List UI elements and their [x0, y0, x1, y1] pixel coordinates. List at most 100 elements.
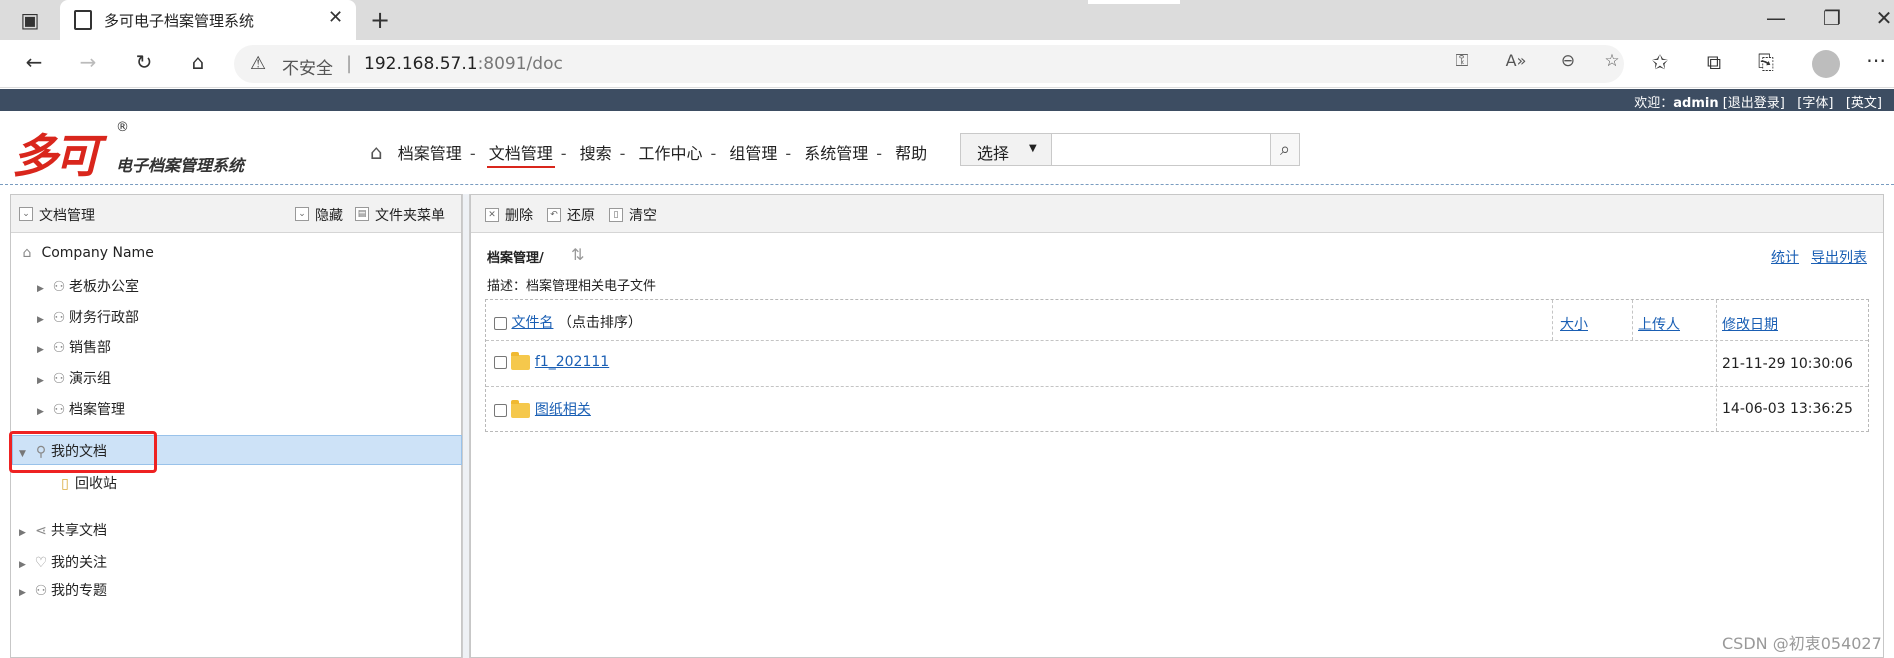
group-icon: ⚇ — [52, 310, 66, 326]
home-icon: ⌂ — [22, 245, 32, 261]
read-aloud-icon[interactable]: A» — [1502, 51, 1530, 70]
refresh-icon[interactable]: ⇅ — [571, 245, 584, 264]
clear-button[interactable]: 清空 — [629, 205, 657, 225]
tree-shared[interactable]: ▶ ⋖ 共享文档 — [19, 520, 107, 540]
sort-by-modified-link[interactable]: 修改日期 — [1722, 314, 1778, 334]
tree-dept[interactable]: ▶ ⚇ 老板办公室 — [37, 276, 139, 296]
user-strip: 欢迎：admin [退出登录] [字体] [英文] — [0, 89, 1894, 111]
logo[interactable]: 多可 ® 电子档案管理系统 — [12, 120, 272, 183]
table-row[interactable]: 图纸相关 — [494, 399, 591, 419]
expand-arrow-icon[interactable]: ▶ — [37, 407, 49, 417]
tree-recycle[interactable]: ▯ 回收站 — [55, 473, 117, 493]
url-bar[interactable]: ⚠ 不安全 | 192.168.57.1:8091/doc ⚿ A» ⊖ ☆ — [234, 45, 1624, 83]
nav-groups[interactable]: 组管理 — [727, 140, 779, 164]
nav-archive[interactable]: 档案管理 — [396, 140, 464, 164]
expand-arrow-icon[interactable]: ▶ — [19, 528, 31, 538]
search-button[interactable]: ⌕ — [1270, 133, 1300, 166]
refresh-icon[interactable]: ↻ — [130, 50, 158, 74]
restore-icon[interactable]: ↶ — [547, 207, 561, 223]
search-input[interactable] — [1052, 133, 1271, 166]
home-icon[interactable]: ⌂ — [184, 50, 212, 74]
zoom-out-icon[interactable]: ⊖ — [1554, 51, 1582, 71]
tree-shared-label: 共享文档 — [51, 523, 107, 539]
close-window-icon[interactable]: ✕ — [1870, 6, 1894, 30]
restore-button[interactable]: 还原 — [567, 205, 595, 225]
row-modified-date: 14-06-03 13:36:25 — [1722, 401, 1853, 417]
share-icon[interactable]: ⎘ — [1752, 50, 1780, 74]
tree-dept-label: 档案管理 — [69, 402, 125, 418]
tree-dept[interactable]: ▶ ⚇ 财务行政部 — [37, 307, 139, 327]
group-icon: ⚇ — [52, 402, 66, 418]
collections-icon[interactable]: ⧉ — [1700, 50, 1728, 74]
url-text[interactable]: 192.168.57.1:8091/doc — [364, 54, 563, 74]
folder-menu-button[interactable]: 文件夹菜单 — [375, 205, 445, 225]
english-link[interactable]: [英文] — [1846, 96, 1882, 111]
search-scope-label: 选择 — [977, 144, 1010, 163]
delete-button[interactable]: 删除 — [505, 205, 533, 225]
close-tab-icon[interactable]: ✕ — [328, 7, 343, 28]
tree-root[interactable]: ⌂ Company Name — [17, 245, 154, 261]
table-row[interactable]: f1_202111 — [494, 351, 609, 370]
tree-dept[interactable]: ▶ ⚇ 档案管理 — [37, 399, 125, 419]
tree-my-docs[interactable]: ▼ ⚲ 我的文档 — [19, 441, 107, 461]
forward-icon[interactable]: → — [74, 50, 102, 74]
heart-icon: ♡ — [34, 555, 48, 571]
collapse-arrow-icon[interactable]: ▼ — [19, 449, 31, 459]
expand-arrow-icon[interactable]: ▶ — [19, 560, 31, 570]
sort-by-uploader-link[interactable]: 上传人 — [1638, 314, 1680, 334]
tree-favorites[interactable]: ▶ ♡ 我的关注 — [19, 552, 107, 572]
select-all-checkbox[interactable] — [494, 316, 507, 330]
tab-title: 多可电子档案管理系统 — [104, 12, 255, 30]
browser-tab[interactable]: 多可电子档案管理系统 ✕ — [60, 0, 356, 40]
url-separator: | — [346, 53, 353, 74]
tree-topics[interactable]: ▶ ⚇ 我的专题 — [19, 580, 107, 600]
row-name-link[interactable]: 图纸相关 — [535, 402, 591, 418]
security-label: 不安全 — [282, 59, 333, 79]
profile-avatar-icon[interactable] — [1812, 50, 1840, 78]
stats-link[interactable]: 统计 — [1771, 247, 1799, 267]
nav-system[interactable]: 系统管理 — [802, 140, 870, 164]
sort-by-size-link[interactable]: 大小 — [1560, 314, 1588, 334]
back-icon[interactable]: ← — [20, 50, 48, 74]
tab-preview-strip — [1088, 0, 1180, 4]
expand-arrow-icon[interactable]: ▶ — [37, 284, 49, 294]
more-options-icon[interactable]: ⋯ — [1862, 48, 1890, 72]
hide-button[interactable]: 隐藏 — [315, 205, 343, 225]
tree-dept[interactable]: ▶ ⚇ 销售部 — [37, 337, 111, 357]
add-favorite-icon[interactable]: ☆ — [1598, 51, 1626, 71]
expand-arrow-icon[interactable]: ▶ — [37, 376, 49, 386]
tree-dept[interactable]: ▶ ⚇ 演示组 — [37, 368, 111, 388]
search-scope-select[interactable]: 选择 ▼ — [960, 133, 1052, 166]
row-checkbox[interactable] — [494, 403, 507, 417]
logout-link[interactable]: [退出登录] — [1723, 96, 1785, 111]
sort-by-name-link[interactable]: 文件名 — [511, 315, 553, 331]
nav-work-center[interactable]: 工作中心 — [636, 140, 704, 164]
delete-icon[interactable]: ✕ — [485, 207, 499, 223]
key-icon[interactable]: ⚿ — [1448, 51, 1476, 71]
row-checkbox[interactable] — [494, 355, 507, 369]
expand-arrow-icon[interactable]: ▶ — [19, 588, 31, 598]
font-link[interactable]: [字体] — [1797, 96, 1833, 111]
collapse-icon[interactable]: ⌄ — [19, 206, 33, 222]
folder-menu-icon[interactable]: ▤ — [355, 206, 369, 222]
hide-icon[interactable]: ⌄ — [295, 206, 309, 222]
panel-splitter[interactable] — [462, 194, 470, 658]
tree-panel-header: ⌄ 文档管理 ⌄ 隐藏 ▤ 文件夹菜单 — [11, 195, 461, 233]
breadcrumb[interactable]: 档案管理/ — [487, 247, 544, 266]
folder-icon — [511, 351, 531, 370]
nav-search[interactable]: 搜索 — [578, 140, 614, 164]
restore-window-icon[interactable]: ❐ — [1818, 6, 1846, 30]
row-name-link[interactable]: f1_202111 — [535, 354, 609, 370]
tab-actions-icon[interactable]: ▣ — [16, 8, 44, 32]
nav-home-icon[interactable]: ⌂ — [370, 140, 391, 164]
minimize-icon[interactable]: — — [1762, 6, 1790, 30]
group-icon: ⚇ — [52, 279, 66, 295]
export-list-link[interactable]: 导出列表 — [1811, 247, 1867, 267]
clear-icon[interactable]: ▯ — [609, 207, 623, 223]
nav-documents[interactable]: 文档管理 — [486, 140, 555, 168]
expand-arrow-icon[interactable]: ▶ — [37, 315, 49, 325]
favorites-icon[interactable]: ✩ — [1646, 50, 1674, 74]
expand-arrow-icon[interactable]: ▶ — [37, 345, 49, 355]
new-tab-icon[interactable]: + — [366, 6, 394, 34]
nav-help[interactable]: 帮助 — [893, 140, 929, 164]
